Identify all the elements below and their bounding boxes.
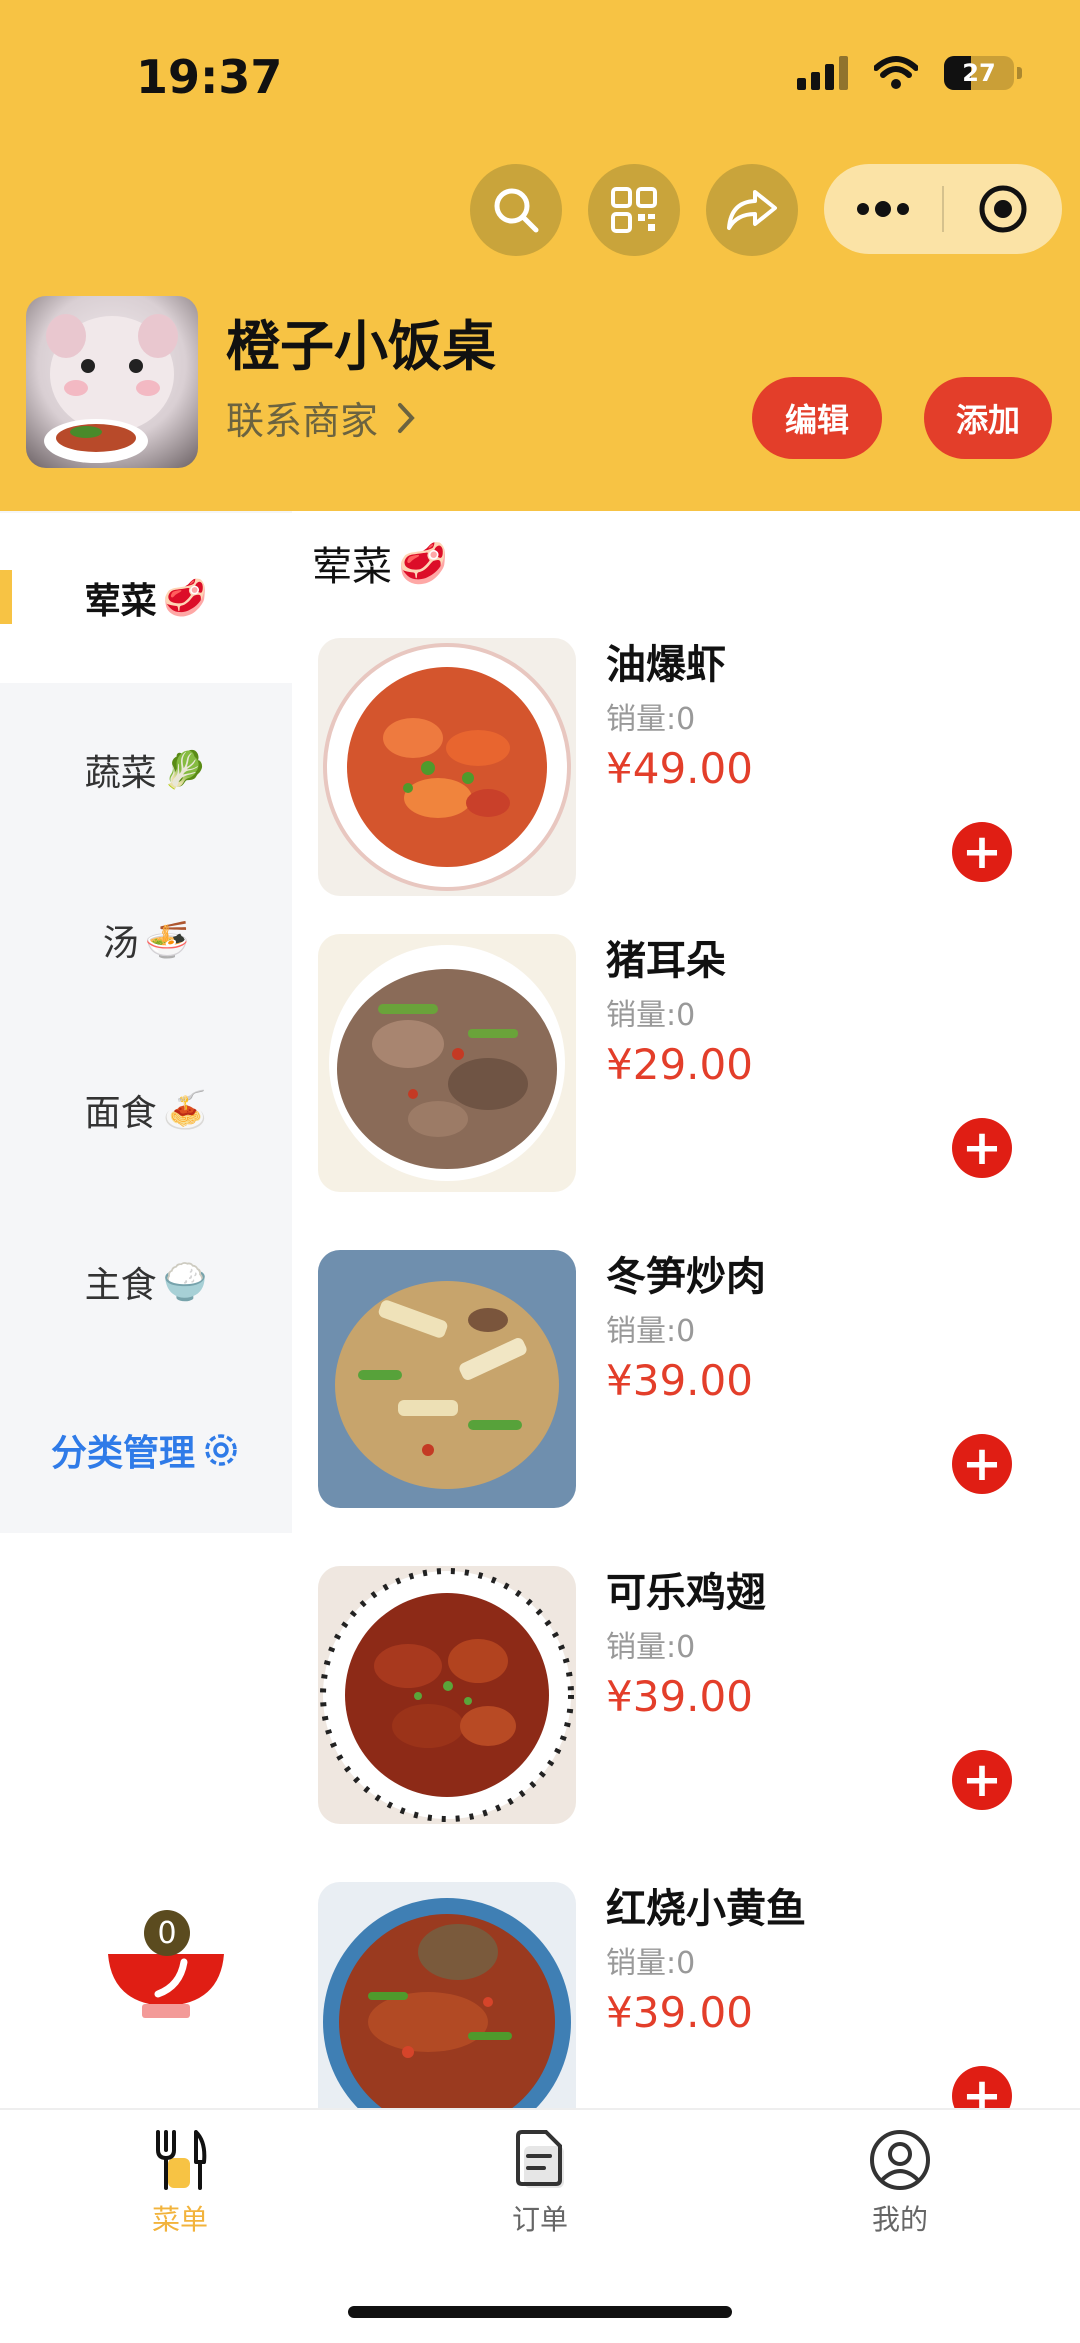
add-to-cart-button[interactable]: +	[952, 1434, 1012, 1494]
dish-name: 猪耳朵	[606, 938, 726, 984]
dish-price: ¥39.00	[606, 1988, 753, 2037]
search-button[interactable]	[470, 164, 562, 256]
dish-photo-bamboo-pork	[318, 1250, 576, 1508]
wifi-icon	[874, 56, 918, 89]
status-time: 19:37	[136, 50, 283, 104]
dish-name: 冬笋炒肉	[606, 1254, 766, 1300]
fork-knife-icon	[156, 2130, 207, 2190]
dish-sales: 销量:0	[606, 1630, 696, 1665]
steak-icon: 🥩	[162, 578, 208, 619]
battery-icon: 27	[944, 56, 1022, 90]
gear-icon	[205, 1434, 237, 1466]
dish-price: ¥39.00	[606, 1672, 753, 1721]
add-to-cart-button[interactable]: +	[952, 822, 1012, 882]
tab-label: 订单	[511, 2203, 568, 2236]
category-manage-button[interactable]: 分类管理	[0, 1380, 292, 1520]
dish-price: ¥49.00	[606, 744, 753, 793]
share-icon	[727, 190, 777, 230]
add-to-cart-button[interactable]: +	[952, 1118, 1012, 1178]
steak-icon: 🥩	[398, 540, 448, 587]
active-category-indicator	[0, 570, 12, 624]
dish-price: ¥39.00	[606, 1356, 753, 1405]
dish-item[interactable]: 冬笋炒肉 销量:0 ¥39.00 +	[318, 1250, 1058, 1510]
category-label: 主食	[84, 1265, 157, 1306]
tab-profile[interactable]: 我的	[800, 2128, 1000, 2238]
shop-name: 橙子小饭桌	[226, 315, 496, 378]
close-miniapp-button[interactable]	[944, 164, 1062, 254]
plus-icon: +	[961, 1752, 1003, 1808]
miniapp-capsule	[824, 164, 1062, 254]
qrcode-icon	[611, 187, 657, 233]
edit-button[interactable]: 编辑	[752, 377, 882, 459]
add-to-cart-button[interactable]: +	[952, 1750, 1012, 1810]
category-staple[interactable]: 主食 🍚	[0, 1197, 292, 1367]
share-button[interactable]	[706, 164, 798, 256]
dish-item[interactable]: 红烧小黄鱼 销量:0 ¥39.00 +	[318, 1882, 1058, 2142]
home-indicator	[348, 2306, 732, 2318]
more-button[interactable]	[824, 164, 942, 254]
category-manage-label: 分类管理	[50, 1433, 195, 1474]
leafy-green-icon: 🥬	[162, 750, 208, 791]
category-label: 汤	[102, 923, 139, 964]
record-icon	[979, 185, 1027, 233]
dish-sales: 销量:0	[606, 1946, 696, 1981]
contact-merchant-link[interactable]: 联系商家	[226, 390, 416, 445]
dish-photo-shrimp	[318, 638, 576, 896]
search-icon	[494, 188, 539, 233]
cart-count-badge: 0	[144, 1910, 190, 1956]
add-button[interactable]: 添加	[924, 377, 1052, 459]
shop-header: 19:37 27 橙子小饭桌 联系商家 编辑 添加	[0, 0, 1080, 511]
tab-orders[interactable]: 订单	[440, 2128, 640, 2238]
soup-bowl-icon: 🍜	[144, 920, 190, 961]
dish-photo-cola-wings	[318, 1566, 576, 1824]
category-label: 蔬菜	[84, 753, 157, 794]
signal-icon	[797, 56, 848, 90]
contact-label: 联系商家	[226, 399, 379, 443]
category-vegetables[interactable]: 蔬菜 🥬	[0, 685, 292, 855]
category-label: 面食	[84, 1093, 157, 1134]
dish-photo-yellow-croaker	[318, 1882, 576, 2140]
dish-item[interactable]: 猪耳朵 销量:0 ¥29.00 +	[318, 934, 1058, 1194]
dish-name: 红烧小黄鱼	[606, 1886, 806, 1932]
status-icons: 27	[797, 56, 1022, 90]
dish-name: 可乐鸡翅	[606, 1570, 766, 1616]
more-icon	[857, 201, 909, 217]
dish-item[interactable]: 油爆虾 销量:0 ¥49.00 +	[318, 638, 1058, 898]
user-icon	[870, 2130, 930, 2190]
qrcode-button[interactable]	[588, 164, 680, 256]
dish-item[interactable]: 可乐鸡翅 销量:0 ¥39.00 +	[318, 1566, 1058, 1826]
category-meat[interactable]: 荤菜 🥩	[0, 513, 292, 683]
tab-menu[interactable]: 菜单	[80, 2128, 280, 2238]
category-label: 荤菜	[84, 581, 157, 622]
dish-sales: 销量:0	[606, 702, 696, 737]
shop-avatar	[26, 296, 198, 468]
tab-label: 菜单	[151, 2203, 208, 2236]
plus-icon: +	[961, 824, 1003, 880]
spaghetti-icon: 🍝	[162, 1090, 208, 1131]
category-noodles[interactable]: 面食 🍝	[0, 1025, 292, 1195]
plus-icon: +	[961, 1436, 1003, 1492]
chevron-right-icon	[398, 402, 415, 433]
section-title-text: 荤菜	[312, 544, 392, 590]
plus-icon: +	[961, 1120, 1003, 1176]
dish-photo-pig-ear	[318, 934, 576, 1192]
rice-icon: 🍚	[162, 1262, 208, 1303]
dish-sales: 销量:0	[606, 1314, 696, 1349]
category-soup[interactable]: 汤 🍜	[0, 855, 292, 1025]
dish-price: ¥29.00	[606, 1040, 753, 1089]
section-title: 荤菜 🥩	[312, 534, 448, 592]
dish-name: 油爆虾	[606, 642, 726, 688]
tab-label: 我的	[871, 2203, 928, 2236]
document-icon	[516, 2130, 564, 2188]
dish-sales: 销量:0	[606, 998, 696, 1033]
